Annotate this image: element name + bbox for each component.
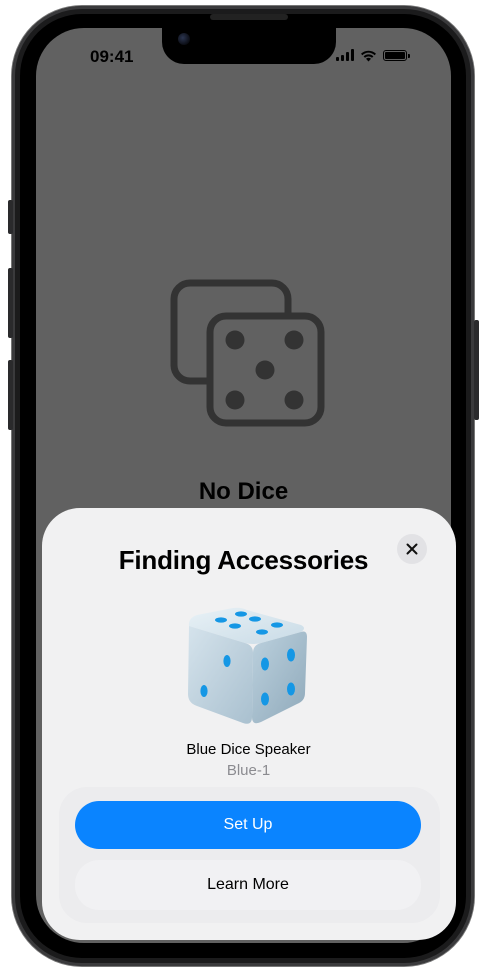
status-icons xyxy=(336,46,410,64)
dice-icon xyxy=(170,279,325,427)
battery-icon xyxy=(383,49,410,61)
cellular-signal-icon xyxy=(336,49,354,61)
earpiece-speaker xyxy=(210,14,288,20)
volume-down-button xyxy=(8,360,13,430)
close-button[interactable] xyxy=(397,534,427,564)
accessory-identifier: Blue-1 xyxy=(226,762,271,779)
volume-up-button xyxy=(8,268,13,338)
status-time: 09:41 xyxy=(90,47,134,66)
set-up-button[interactable]: Set Up xyxy=(75,801,421,849)
close-icon xyxy=(406,543,418,555)
learn-more-button[interactable]: Learn More xyxy=(75,860,421,910)
power-button xyxy=(474,320,479,420)
front-camera xyxy=(178,33,190,45)
empty-state-title: No Dice xyxy=(198,478,289,505)
action-button xyxy=(8,200,13,234)
notch xyxy=(162,28,336,64)
dice-cube-icon xyxy=(188,607,307,724)
wifi-icon xyxy=(361,50,376,61)
accessory-name: Blue Dice Speaker xyxy=(186,741,311,758)
